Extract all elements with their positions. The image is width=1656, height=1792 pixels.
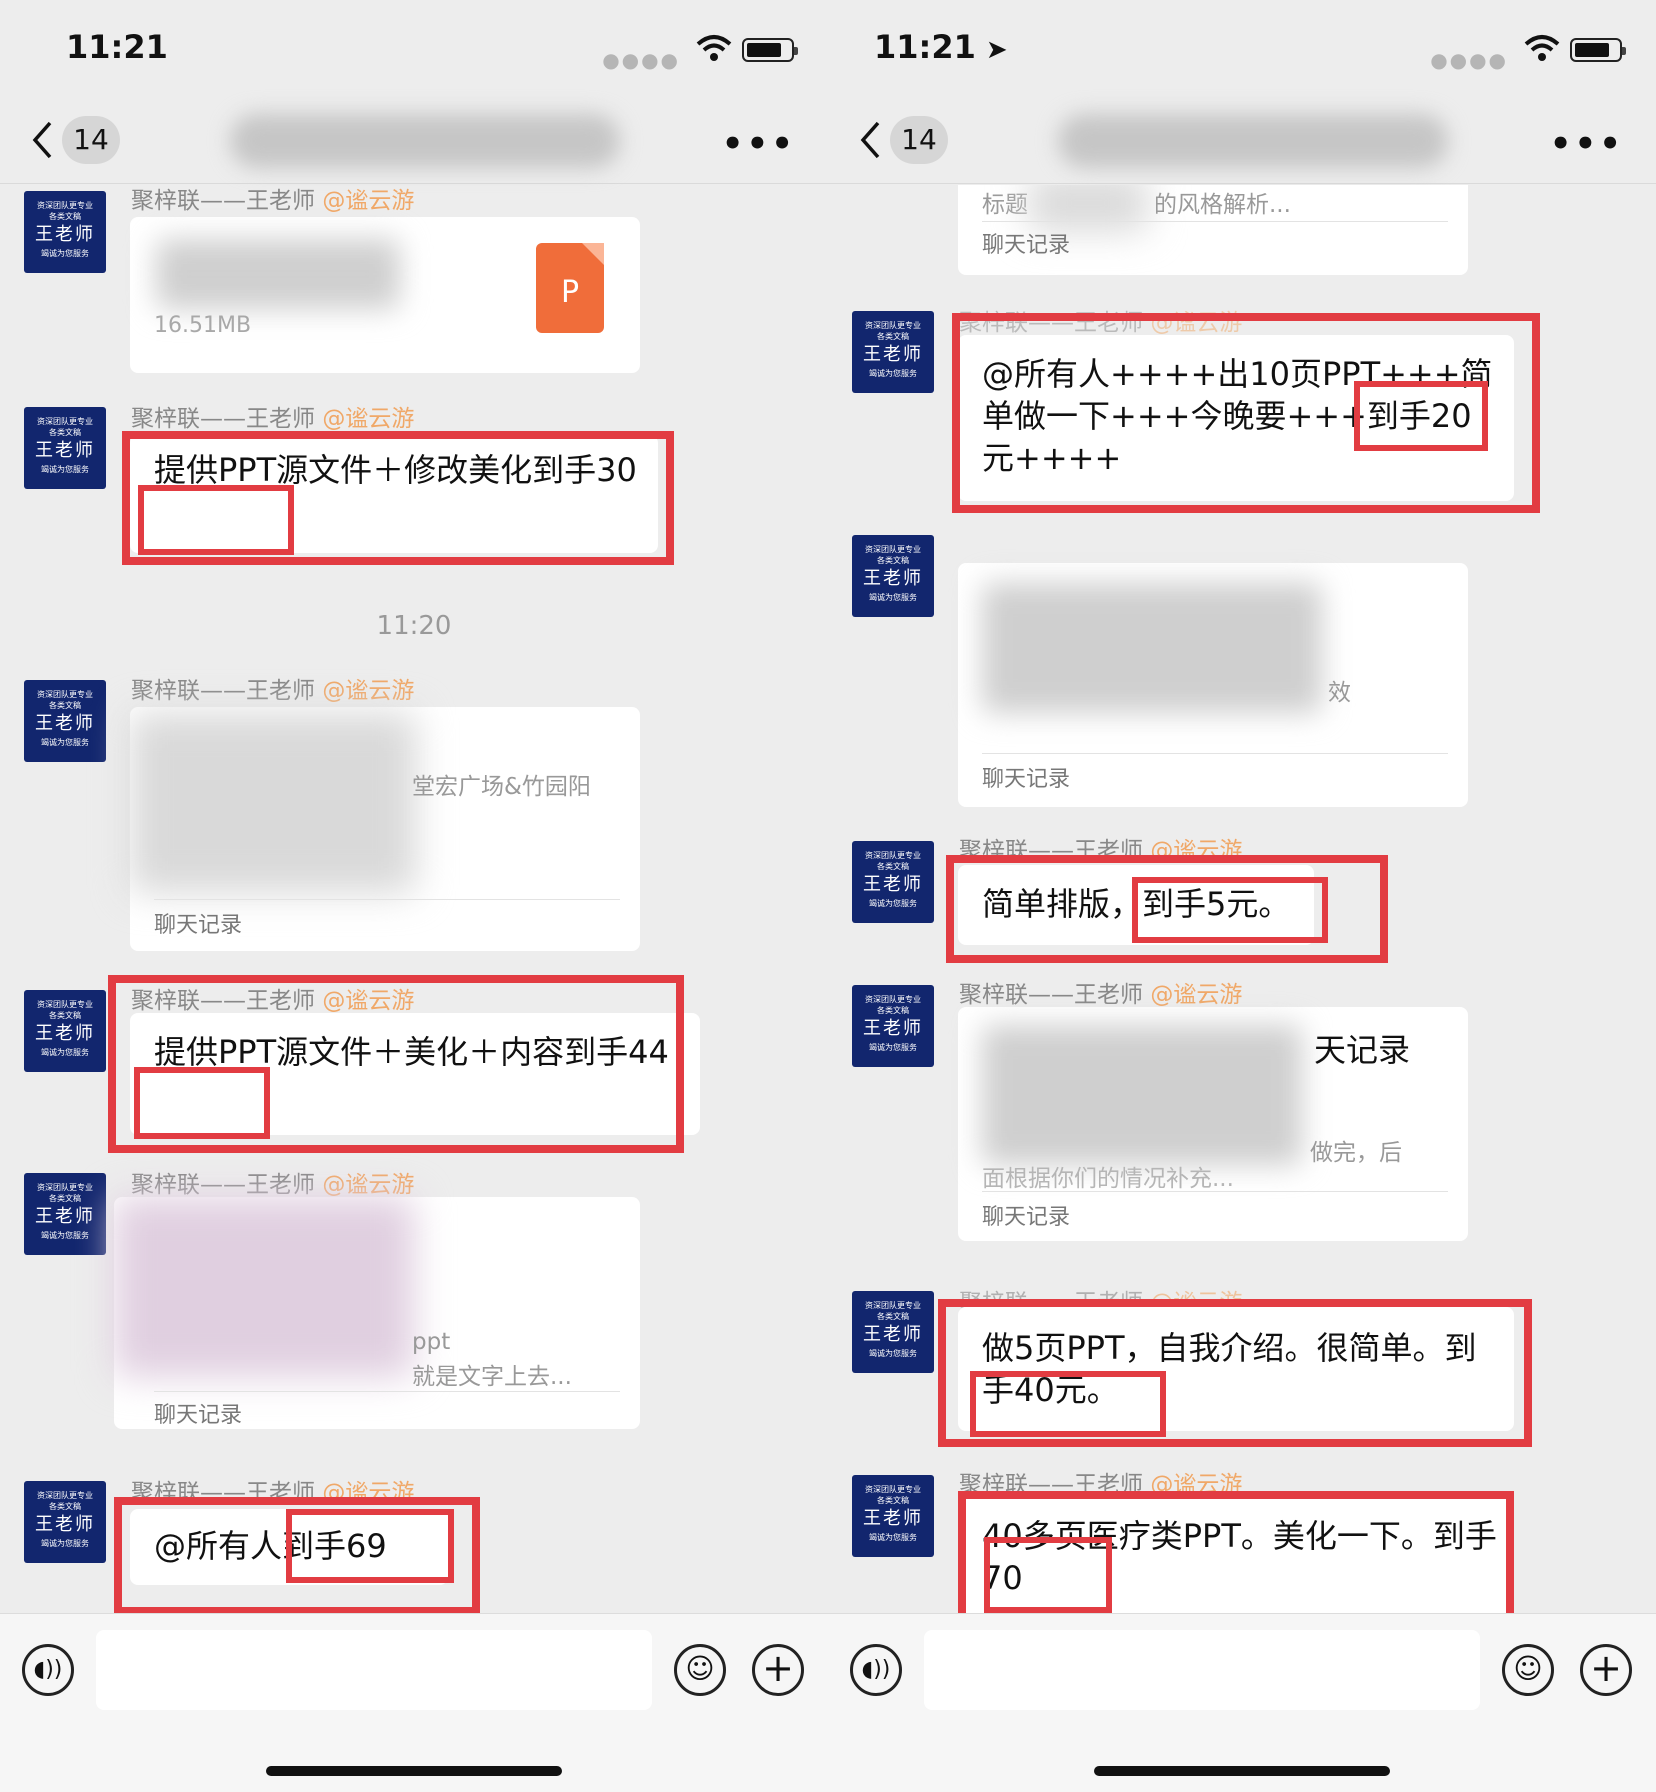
location-arrow-icon: ➤ [985,35,1008,65]
chat-title-blurred [230,114,620,168]
chat-title-blurred [1058,114,1448,168]
back-chevron-icon[interactable] [858,120,882,160]
chat-record-card[interactable]: 效 聊天记录 [958,563,1468,807]
more-icon[interactable]: ••• [722,124,796,164]
battery-icon [742,38,798,62]
chat-record-card[interactable]: 堂宏广场&竹园阳 聊天记录 [130,707,640,951]
file-message[interactable]: 16.51MB P [130,217,640,373]
sender-name: 聚梓联——王老师 @谧云游 [131,678,415,704]
chat-area[interactable]: 资深团队更专业 各类文稿 王老师 竭诚为您服务 聚梓联——王老师 @谧云游 16… [0,185,828,1613]
right-screenshot: 11:21 ➤ ●●●● 14 ••• 标题 的风格解析... 聊天记录 资深团队… [828,0,1656,1792]
avatar[interactable]: 资深团队更专业 各类文稿 王老师 竭诚为您服务 [852,985,934,1067]
plus-icon[interactable]: + [752,1644,804,1696]
time-divider: 11:20 [376,611,452,641]
avatar[interactable]: 资深团队更专业 各类文稿 王老师 竭诚为您服务 [24,990,106,1072]
highlight-amount-box [984,1537,1112,1613]
plus-icon[interactable]: + [1580,1644,1632,1696]
highlight-amount-box [134,1067,270,1139]
wifi-icon [1524,35,1560,61]
avatar[interactable]: 资深团队更专业 各类文稿 王老师 竭诚为您服务 [852,841,934,923]
emoji-icon[interactable]: ☺ [674,1644,726,1696]
record-title: 标题 [982,192,1028,218]
chat-record-card[interactable]: 天记录 做完，后 面根据你们的情况补充... 聊天记录 [958,1007,1468,1241]
left-screenshot: 11:21 ●●●● 14 ••• 资深团队更专业 各类文稿 王老师 竭诚为您服… [0,0,828,1792]
status-bar: 11:21 ➤ ●●●● [828,0,1656,100]
sender-name: 聚梓联——王老师 @谧云游 [131,1172,415,1198]
record-title: 天记录 [1314,1031,1411,1069]
record-snippet: 面根据你们的情况补充... [982,1166,1234,1192]
chat-area[interactable]: 标题 的风格解析... 聊天记录 资深团队更专业 各类文稿 王老师 竭诚为您服务… [828,185,1656,1613]
ppt-file-icon: P [536,243,604,333]
wifi-icon [696,35,732,61]
input-bar: ◖)) ☺ + [0,1613,828,1792]
record-label: 聊天记录 [982,1205,1071,1230]
record-label: 聊天记录 [982,233,1071,258]
voice-icon[interactable]: ◖)) [22,1644,74,1696]
home-indicator [266,1766,562,1776]
record-title: 的风格解析... [1154,192,1291,218]
avatar[interactable]: 资深团队更专业 各类文稿 王老师 竭诚为您服务 [852,311,934,393]
avatar[interactable]: 资深团队更专业 各类文稿 王老师 竭诚为您服务 [24,1173,106,1255]
signal-icon: ●●●● [602,48,680,72]
record-snippet: 效 [1328,680,1351,706]
voice-icon[interactable]: ◖)) [850,1644,902,1696]
record-snippet: 就是文字上去... [412,1364,572,1390]
sender-name: 聚梓联——王老师 @谧云游 [131,188,415,214]
avatar[interactable]: 资深团队更专业 各类文稿 王老师 竭诚为您服务 [852,1291,934,1373]
avatar[interactable]: 资深团队更专业 各类文稿 王老师 竭诚为您服务 [852,1475,934,1557]
record-label: 聊天记录 [982,767,1071,792]
unread-count-badge[interactable]: 14 [62,116,120,164]
avatar[interactable]: 资深团队更专业 各类文稿 王老师 竭诚为您服务 [24,1481,106,1563]
highlight-amount-box [970,1371,1166,1437]
nav-bar: 14 ••• [0,100,828,184]
sender-name: 聚梓联——王老师 @谧云游 [959,982,1243,1008]
input-bar: ◖)) ☺ + [828,1613,1656,1792]
status-bar: 11:21 ●●●● [0,0,828,100]
home-indicator [1094,1766,1390,1776]
record-snippet: 做完，后 [1310,1140,1402,1166]
back-chevron-icon[interactable] [30,120,54,160]
message-input[interactable] [924,1630,1480,1710]
highlight-amount-box [138,485,294,555]
avatar[interactable]: 资深团队更专业 各类文稿 王老师 竭诚为您服务 [24,680,106,762]
message-input[interactable] [96,1630,652,1710]
unread-count-badge[interactable]: 14 [890,116,948,164]
record-label: 聊天记录 [154,913,243,938]
avatar[interactable]: 资深团队更专业 各类文稿 王老师 竭诚为您服务 [852,535,934,617]
nav-bar: 14 ••• [828,100,1656,184]
record-snippet: 堂宏广场&竹园阳 [412,774,591,800]
file-size: 16.51MB [154,313,252,338]
highlight-amount-box [286,1509,454,1583]
emoji-icon[interactable]: ☺ [1502,1644,1554,1696]
status-time: 11:21 [66,28,168,66]
highlight-amount-box [1132,877,1328,943]
chat-record-card[interactable]: ppt 就是文字上去... 聊天记录 [114,1197,640,1429]
highlight-amount-box [1354,381,1488,451]
battery-icon [1570,38,1626,62]
more-icon[interactable]: ••• [1550,124,1624,164]
record-label: 聊天记录 [154,1403,243,1428]
signal-icon: ●●●● [1430,48,1508,72]
avatar[interactable]: 资深团队更专业 各类文稿 王老师 竭诚为您服务 [24,191,106,273]
sender-name: 聚梓联——王老师 @谧云游 [131,406,415,432]
status-time: 11:21 ➤ [874,28,1008,66]
record-snippet: ppt [412,1329,451,1355]
chat-record-card[interactable]: 标题 的风格解析... 聊天记录 [958,185,1468,275]
avatar[interactable]: 资深团队更专业 各类文稿 王老师 竭诚为您服务 [24,407,106,489]
